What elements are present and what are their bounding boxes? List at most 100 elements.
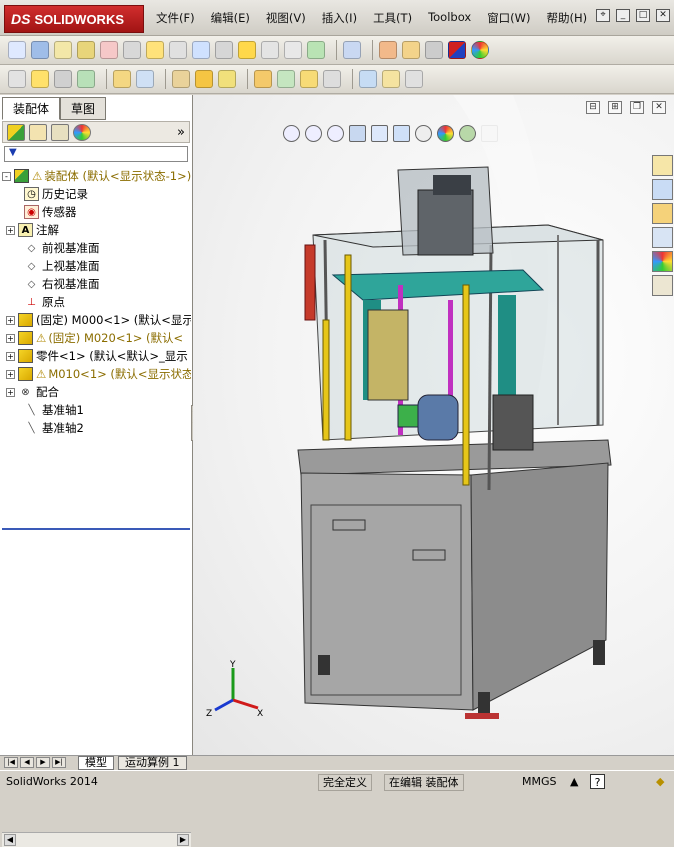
tab-navigation: |◀ ◀ ▶ ▶| xyxy=(4,757,66,768)
checkbox-icon[interactable] xyxy=(146,41,164,59)
expand-toggle[interactable]: + xyxy=(6,225,15,235)
magnet-icon[interactable] xyxy=(379,41,397,59)
tree-filter[interactable]: ▼ xyxy=(4,146,188,162)
menu-window[interactable]: 窗口(W) xyxy=(479,10,538,26)
units-dropdown-icon[interactable]: ▲ xyxy=(566,774,582,791)
expand-toggle[interactable]: + xyxy=(6,351,15,361)
insert-component-icon[interactable] xyxy=(31,70,49,88)
scroll-left-icon[interactable]: ◀ xyxy=(4,834,16,846)
menu-tools[interactable]: 工具(T) xyxy=(365,10,420,26)
first-tab-icon[interactable]: |◀ xyxy=(4,757,18,768)
expand-toggle[interactable]: + xyxy=(6,315,15,325)
red-blue-block-icon[interactable] xyxy=(448,41,466,59)
cog-icon[interactable] xyxy=(402,41,420,59)
tree-node-top-plane[interactable]: ◇ 上视基准面 xyxy=(2,257,191,275)
scroll-right-icon[interactable]: ▶ xyxy=(177,834,189,846)
color-wheel-icon[interactable] xyxy=(471,41,489,59)
assembly-model[interactable] xyxy=(193,95,674,755)
tree-node-origin[interactable]: ⊥ 原点 xyxy=(2,293,191,311)
tree-node-m020[interactable]: + ⚠ (固定) M020<1> (默认< xyxy=(2,329,191,347)
move-component-icon[interactable] xyxy=(136,70,154,88)
standard-toolbar xyxy=(0,36,674,65)
configuration-manager-icon[interactable] xyxy=(51,123,69,141)
check-icon[interactable] xyxy=(169,41,187,59)
tree-node-part1[interactable]: + 零件<1> (默认<默认>_显示 xyxy=(2,347,191,365)
tree-node-history[interactable]: ◷ 历史记录 xyxy=(2,185,191,203)
close-button[interactable]: ✕ xyxy=(656,9,670,22)
minimize-button[interactable]: _ xyxy=(616,9,630,22)
mass-properties-icon[interactable] xyxy=(77,41,95,59)
expand-toggle[interactable]: + xyxy=(6,369,15,379)
prev-tab-icon[interactable]: ◀ xyxy=(20,757,34,768)
display-manager-icon[interactable] xyxy=(73,123,91,141)
menu-edit[interactable]: 编辑(E) xyxy=(203,10,258,26)
tab-motion-study[interactable]: 运动算例 1 xyxy=(118,756,187,770)
tree-node-mates[interactable]: + ⊗ 配合 xyxy=(2,383,191,401)
tree-node-assembly[interactable]: - ⚠ 装配体 (默认<显示状态-1>) xyxy=(2,167,191,185)
menu-help[interactable]: 帮助(H) xyxy=(539,10,596,26)
balance-icon[interactable] xyxy=(54,41,72,59)
property-manager-icon[interactable] xyxy=(29,123,47,141)
tree-rollback-bar[interactable] xyxy=(2,528,190,530)
graphics-area[interactable]: ⊟ ⊞ ❐ ✕ Y X Z xyxy=(193,95,674,755)
sensor-icon: ◉ xyxy=(24,205,39,219)
menu-toolbox[interactable]: Toolbox xyxy=(420,10,479,26)
tree-node-label: (固定) M020<1> (默认< xyxy=(48,331,184,345)
assembly-features-icon[interactable] xyxy=(195,70,213,88)
exploded-view-icon[interactable] xyxy=(300,70,318,88)
gear-icon[interactable] xyxy=(254,70,272,88)
panel-horizontal-scrollbar[interactable]: ◀ ▶ xyxy=(2,832,191,847)
next-tab-icon[interactable]: ▶ xyxy=(36,757,50,768)
cube-icon[interactable] xyxy=(8,70,26,88)
interference-icon[interactable] xyxy=(359,70,377,88)
feature-tree-icon[interactable] xyxy=(7,123,25,141)
tree-node-front-plane[interactable]: ◇ 前视基准面 xyxy=(2,239,191,257)
tab-model[interactable]: 模型 xyxy=(78,756,114,770)
align-icon[interactable] xyxy=(261,41,279,59)
status-units[interactable]: MMGS xyxy=(518,774,561,791)
tree-node-annotations[interactable]: + A 注解 xyxy=(2,221,191,239)
check-graph-icon[interactable] xyxy=(307,41,325,59)
tree-node-axis2[interactable]: ╲ 基准轴2 xyxy=(2,419,191,437)
mate-icon[interactable] xyxy=(54,70,72,88)
compass-icon[interactable] xyxy=(215,41,233,59)
expand-toggle[interactable]: + xyxy=(6,387,15,397)
tree-node-sensors[interactable]: ◉ 传感器 xyxy=(2,203,191,221)
hole-alignment-icon[interactable] xyxy=(405,70,423,88)
warning-icon[interactable] xyxy=(238,41,256,59)
gauge-icon[interactable] xyxy=(100,41,118,59)
solidworks-logo[interactable]: DS SOLIDWORKS xyxy=(4,5,144,33)
explode-line-icon[interactable] xyxy=(323,70,341,88)
spell-check-icon[interactable] xyxy=(8,41,26,59)
tree-node-axis1[interactable]: ╲ 基准轴1 xyxy=(2,401,191,419)
warning-icon: ⚠ xyxy=(36,367,47,381)
tab-sketch[interactable]: 草图 xyxy=(60,97,107,120)
restore-button[interactable]: □ xyxy=(636,9,650,22)
more-panels-button[interactable]: » xyxy=(177,125,185,140)
show-hidden-icon[interactable] xyxy=(172,70,190,88)
tree-node-right-plane[interactable]: ◇ 右视基准面 xyxy=(2,275,191,293)
bill-of-materials-icon[interactable] xyxy=(277,70,295,88)
appearance-icon[interactable] xyxy=(425,41,443,59)
lock-icon[interactable] xyxy=(123,41,141,59)
tag-icon[interactable]: ◆ xyxy=(652,774,668,791)
tab-assembly[interactable]: 装配体 xyxy=(2,97,61,120)
edit-component-icon[interactable] xyxy=(31,41,49,59)
menu-view[interactable]: 视图(V) xyxy=(258,10,314,26)
reference-geometry-icon[interactable] xyxy=(218,70,236,88)
linear-pattern-icon[interactable] xyxy=(77,70,95,88)
move-icon[interactable] xyxy=(284,41,302,59)
sum-icon[interactable] xyxy=(192,41,210,59)
tree-node-m000[interactable]: + (固定) M000<1> (默认<显示 xyxy=(2,311,191,329)
clearance-icon[interactable] xyxy=(382,70,400,88)
pin-icon[interactable]: ⌖ xyxy=(596,9,610,22)
table-icon[interactable] xyxy=(343,41,361,59)
tree-node-m010[interactable]: + ⚠ M010<1> (默认<显示状态 xyxy=(2,365,191,383)
cylinder xyxy=(417,394,459,441)
menu-insert[interactable]: 插入(I) xyxy=(314,10,365,26)
last-tab-icon[interactable]: ▶| xyxy=(52,757,66,768)
smart-fastener-icon[interactable] xyxy=(113,70,131,88)
expand-toggle[interactable]: + xyxy=(6,333,15,343)
collapse-toggle[interactable]: - xyxy=(2,171,11,181)
menu-file[interactable]: 文件(F) xyxy=(148,10,203,26)
